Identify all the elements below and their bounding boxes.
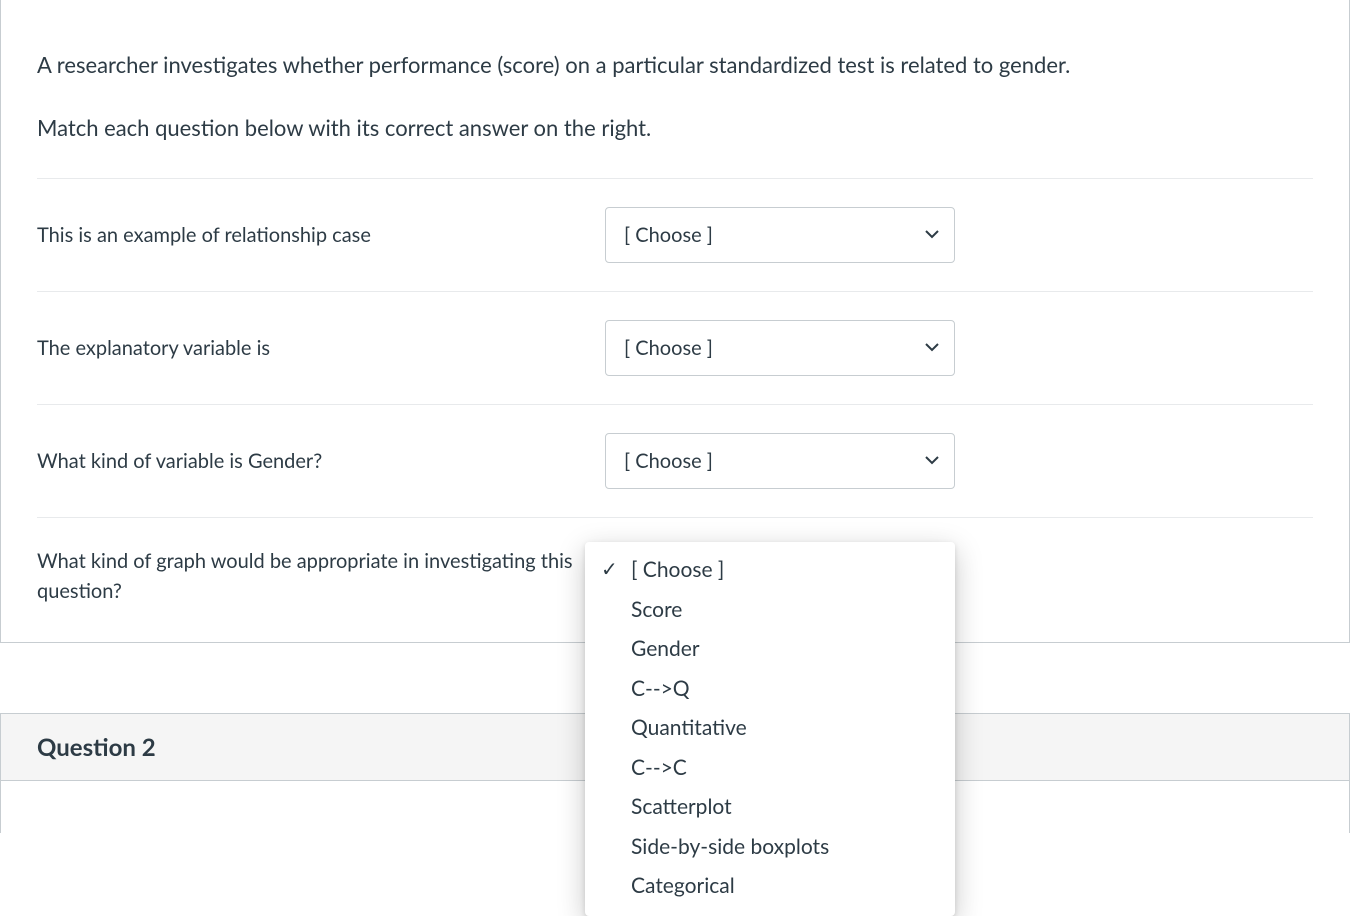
dropdown-option-score[interactable]: Score (585, 590, 955, 630)
dropdown-option-quantitative[interactable]: Quantitative (585, 708, 955, 748)
select-wrap-2: [ Choose ] (605, 433, 955, 489)
dropdown-option-c-to-q[interactable]: C-->Q (585, 669, 955, 709)
dropdown-option-gender[interactable]: Gender (585, 629, 955, 669)
match-question-0: This is an example of relationship case (37, 220, 577, 250)
answer-select-1-value: [ Choose ] (624, 336, 713, 360)
answer-select-2-value: [ Choose ] (624, 449, 713, 473)
chevron-down-icon (924, 223, 940, 247)
answer-select-1[interactable]: [ Choose ] (605, 320, 955, 376)
answer-select-3-dropdown: [ Choose ] Score Gender C-->Q Quantitati… (585, 542, 955, 916)
match-question-3: What kind of graph would be appropriate … (37, 546, 577, 606)
match-row-0: This is an example of relationship case … (37, 178, 1313, 291)
match-row-3: What kind of graph would be appropriate … (37, 517, 1313, 642)
match-row-2: What kind of variable is Gender? [ Choos… (37, 404, 1313, 517)
match-row-1: The explanatory variable is [ Choose ] (37, 291, 1313, 404)
dropdown-option-side-by-side-boxplots[interactable]: Side-by-side boxplots (585, 827, 955, 867)
question-1-prompt-line-1: A researcher investigates whether perfor… (37, 0, 1313, 89)
select-wrap-0: [ Choose ] (605, 207, 955, 263)
question-1-container: A researcher investigates whether perfor… (0, 0, 1350, 643)
dropdown-option-scatterplot[interactable]: Scatterplot (585, 787, 955, 827)
dropdown-option-categorical[interactable]: Categorical (585, 866, 955, 906)
answer-select-0[interactable]: [ Choose ] (605, 207, 955, 263)
match-question-2: What kind of variable is Gender? (37, 446, 577, 476)
answer-select-2[interactable]: [ Choose ] (605, 433, 955, 489)
question-2-title: Question 2 (37, 733, 156, 762)
select-wrap-3: [ Choose ] [ Choose ] Score Gender C-->Q… (605, 548, 955, 604)
select-wrap-1: [ Choose ] (605, 320, 955, 376)
answer-select-0-value: [ Choose ] (624, 223, 713, 247)
match-question-1: The explanatory variable is (37, 333, 577, 363)
chevron-down-icon (924, 449, 940, 473)
dropdown-option-c-to-c[interactable]: C-->C (585, 748, 955, 788)
question-1-body: A researcher investigates whether perfor… (1, 0, 1349, 642)
dropdown-option-choose[interactable]: [ Choose ] (585, 550, 955, 590)
question-1-prompt-line-2: Match each question below with its corre… (37, 89, 1313, 178)
chevron-down-icon (924, 336, 940, 360)
